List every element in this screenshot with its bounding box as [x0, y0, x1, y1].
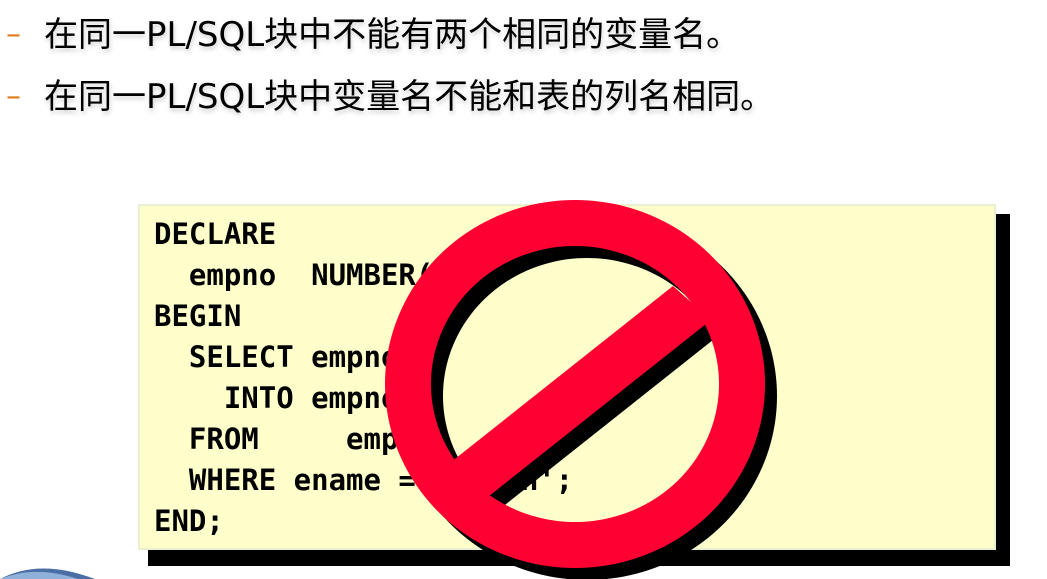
bullet-marker: –: [6, 79, 21, 114]
decorative-swoosh: [0, 568, 95, 579]
slide: – 在同一PL/SQL块中不能有两个相同的变量名。 – 在同一PL/SQL块中变…: [0, 0, 1047, 579]
bullet-item: – 在同一PL/SQL块中不能有两个相同的变量名。: [0, 4, 1047, 66]
bullet-list: – 在同一PL/SQL块中不能有两个相同的变量名。 – 在同一PL/SQL块中变…: [0, 4, 1047, 128]
bullet-marker: –: [6, 17, 21, 52]
bullet-text: 在同一PL/SQL块中不能有两个相同的变量名。: [44, 15, 741, 55]
prohibition-icon: [385, 200, 778, 579]
bullet-item: – 在同一PL/SQL块中变量名不能和表的列名相同。: [0, 66, 1047, 128]
bullet-text: 在同一PL/SQL块中变量名不能和表的列名相同。: [44, 77, 775, 117]
